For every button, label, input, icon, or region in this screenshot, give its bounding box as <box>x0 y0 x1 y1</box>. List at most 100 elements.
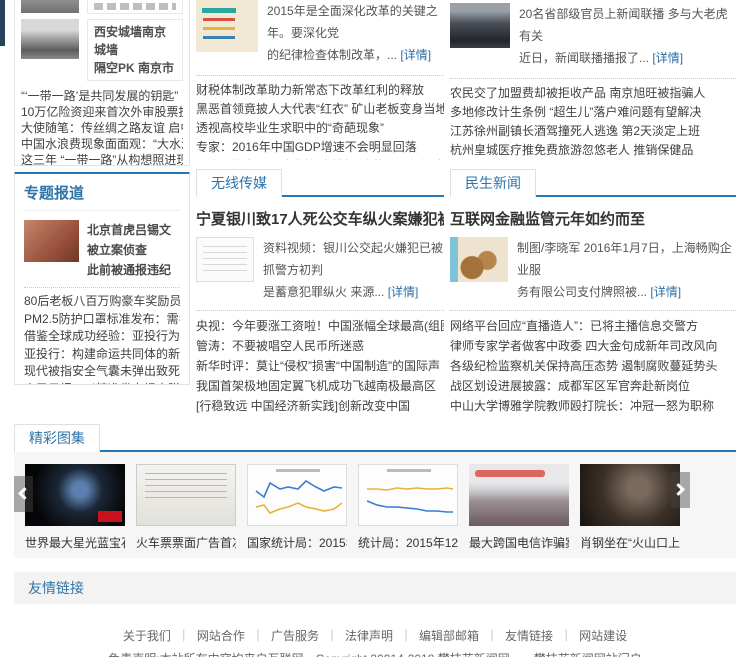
featured-text: 20名省部级官员上新闻联播 多与大老虎有关 近日，新闻联播播报了... [详情] <box>519 3 736 69</box>
title-line: 北京首虎吕锡文被立案侦查 <box>87 223 172 257</box>
gallery-section: 精彩图集 世界最大星光蓝宝石叫 火车票票面广告首次公 <box>14 424 736 558</box>
middle-news-list: 财税体制改革助力新常态下改革红利的释放 黑恶首领竟披人大代表“红衣” 矿山老板变… <box>196 81 444 160</box>
gallery-item: 统计局：2015年12月PP <box>358 464 458 551</box>
news-photo-thumbnail[interactable] <box>450 3 510 48</box>
list-item[interactable]: 中国水浪费现象面面观：“大水漫灌” <box>21 136 183 152</box>
list-item[interactable]: 透视高校毕业生求职中的“奇葩现象” <box>196 119 444 138</box>
list-item[interactable]: 财税体制改革助力新常态下改革红利的释放 <box>196 81 444 100</box>
special-reports-box: 专题报道 北京首虎吕锡文被立案侦查 此前被通报违纪 80后老板八百万购豪车奖励员… <box>14 172 190 385</box>
tab-underline <box>536 195 736 197</box>
list-item[interactable]: 各级纪检监察机关保持高压态势 遏制腐败蔓延势头 <box>450 356 736 376</box>
list-item[interactable]: 央视：今年要涨工资啦！中国涨幅全球最高(组图) <box>196 316 444 336</box>
list-item[interactable]: PM2.5防护口罩标准发布：需考虑 <box>24 311 180 329</box>
featured-line: 资料视频：银川公交起火嫌犯已被抓警方初判 <box>263 241 444 277</box>
list-item[interactable]: 这三年 “一带一路”从构想照进现实 <box>21 152 183 165</box>
list-item[interactable]: 网络平台回应“直播造人”：已将主播信息交警方 <box>450 316 736 336</box>
livelihood-featured: 制图/李晓军 2016年1月7日，上海畅购企业服 务有限公司支付牌照被... [… <box>450 237 736 303</box>
gallery-caption[interactable]: 世界最大星光蓝宝石叫 <box>25 534 125 551</box>
infographic-thumbnail[interactable] <box>196 0 258 52</box>
list-item[interactable]: 律师专家学者做客中政委 四大金句成新年司改风向 <box>450 336 736 356</box>
footer-link[interactable]: 编辑部邮箱 <box>419 629 479 643</box>
truncated-text-sliver <box>94 3 176 10</box>
gallery-photo[interactable] <box>136 464 236 526</box>
footer-nav: 关于我们 ｜ 网站合作 ｜ 广告服务 ｜ 法律声明 ｜ 编辑部邮箱 ｜ 友情链接 ｜ 网站建设 <box>14 625 736 647</box>
footer-separator: ｜ <box>325 629 338 643</box>
featured-line: 是蓄意犯罪纵火 来源... [详情] <box>263 285 419 299</box>
list-item[interactable]: 国家网信办：坚决支持对“快播”涉黄案进行依法查 <box>196 157 444 160</box>
list-item[interactable]: 借鉴全球成功经验：亚投行为发展 <box>24 328 180 346</box>
detail-link[interactable]: [详情] <box>400 48 431 62</box>
list-item[interactable]: [行稳致远 中国经济新实践]创新改变中国 <box>196 396 444 416</box>
gallery-chart-photo[interactable] <box>247 464 347 526</box>
featured-caption[interactable]: 西安城墙南京城墙 隔空PK 南京市 <box>87 19 183 81</box>
footer-separator: ｜ <box>486 629 499 643</box>
list-item[interactable]: 现代被指安全气囊未弹出致死 家 <box>24 363 180 381</box>
list-item[interactable]: 杭州皇城医疗推免费旅游忽悠老人 推销保健品 <box>450 141 736 160</box>
list-item[interactable]: 专家：2016年中国GDP增速不会明显回落 <box>196 138 444 157</box>
list-item[interactable]: 管涛：不要被唱空人民币所迷惑 <box>196 336 444 356</box>
tab-wireless-media[interactable]: 无线传媒 <box>196 169 282 197</box>
gallery-chart-photo[interactable] <box>358 464 458 526</box>
middle-featured: 2015年是全面深化改革的关键之年。要深化党 的纪律检查体制改革，... [详情… <box>196 0 444 66</box>
list-item[interactable]: 大使随笔：传丝绸之路友谊 启中伊关 <box>21 120 183 136</box>
wireless-tab-row: 无线传媒 <box>196 169 444 197</box>
gallery-caption[interactable]: 肖钢坐在“火山口上” <box>580 534 680 551</box>
news-thumbnail[interactable] <box>24 220 79 262</box>
list-item[interactable]: “‘一带一路’是共同发展的钥匙” <box>21 88 183 104</box>
footer-link[interactable]: 广告服务 <box>271 629 319 643</box>
list-item[interactable]: 10万亿险资迎来首次外审股票投资信披 <box>21 104 183 120</box>
footer-link[interactable]: 网站合作 <box>197 629 245 643</box>
right-top-block: 20名省部级官员上新闻联播 多与大老虎有关 近日，新闻联播播报了... [详情]… <box>450 0 736 160</box>
tab-livelihood-news[interactable]: 民生新闻 <box>450 169 536 197</box>
finance-illustration-thumbnail[interactable] <box>450 237 508 282</box>
caption-line: 西安城墙南京城墙 <box>94 25 167 57</box>
footer-link[interactable]: 关于我们 <box>123 629 171 643</box>
tab-underline <box>282 195 444 197</box>
wireless-media-section: 无线传媒 宁夏银川致17人死公交车纵火案嫌犯被批准逮 资料视频：银川公交起火嫌犯… <box>196 169 444 416</box>
list-item[interactable]: 人民日报：以精准发力提高脱贫攻 <box>24 381 180 385</box>
section-title-special-reports[interactable]: 专题报道 <box>24 182 180 211</box>
list-item[interactable]: 我国首架极地固定翼飞机成功飞越南极最高区 <box>196 376 444 396</box>
news-thumbnail[interactable] <box>21 19 79 59</box>
footer-separator: ｜ <box>560 629 573 643</box>
caption-line: 隔空PK 南京市 <box>94 61 175 75</box>
gallery-caption[interactable]: 最大跨国电信诈骗案告 <box>469 534 569 551</box>
gallery-caption[interactable]: 统计局：2015年12月PP <box>358 534 458 551</box>
news-thumbnail[interactable] <box>21 0 79 13</box>
video-still-thumbnail[interactable] <box>196 237 254 282</box>
livelihood-news-list: 网络平台回应“直播造人”：已将主播信息交警方 律师专家学者做客中政委 四大金句成… <box>450 316 736 416</box>
footer-link[interactable]: 友情链接 <box>505 629 553 643</box>
left-news-list: “‘一带一路’是共同发展的钥匙” 10万亿险资迎来首次外审股票投资信披 大使随笔… <box>21 88 183 165</box>
detail-link[interactable]: [详情] <box>650 285 681 299</box>
detail-link[interactable]: [详情] <box>652 51 683 65</box>
carousel-next-button[interactable] <box>671 472 690 508</box>
list-item[interactable]: 中山大学博雅学院教师殴打院长：冲冠一怒为职称 <box>450 396 736 416</box>
footer-link[interactable]: 法律声明 <box>345 629 393 643</box>
featured-text: 制图/李晓军 2016年1月7日，上海畅购企业服 务有限公司支付牌照被... [… <box>517 237 736 303</box>
gallery-caption[interactable]: 国家统计局：2015年12 <box>247 534 347 551</box>
cpi-chart-thumbnail <box>255 469 343 514</box>
featured-line: 务有限公司支付牌照被... [详情] <box>517 285 682 299</box>
dotted-divider <box>24 287 180 288</box>
list-item[interactable]: 战区划设进展披露：成都军区军官奔赴新岗位 <box>450 376 736 396</box>
section-headline[interactable]: 互联网金融监管元年如约而至 <box>450 208 736 229</box>
list-item[interactable]: 亚投行：构建命运共同体的新平台 <box>24 346 180 364</box>
featured-title[interactable]: 北京首虎吕锡文被立案侦查 此前被通报违纪 <box>87 220 180 280</box>
list-item[interactable]: 新华时评：莫让“侵权”损害“中国制造”的国际声 <box>196 356 444 376</box>
list-item[interactable]: 江苏徐州副镇长酒驾撞死人逃逸 第2天淡定上班 <box>450 122 736 141</box>
gallery-photo[interactable] <box>25 464 125 526</box>
gallery-photo[interactable] <box>469 464 569 526</box>
footer-link[interactable]: 网站建设 <box>579 629 627 643</box>
gallery-photo[interactable] <box>580 464 680 526</box>
detail-link[interactable]: [详情] <box>388 285 419 299</box>
section-headline[interactable]: 宁夏银川致17人死公交车纵火案嫌犯被批准逮 <box>196 208 444 229</box>
list-item[interactable]: 农民交了加盟费却被拒收产品 南京旭旺被指骗人 <box>450 84 736 103</box>
gallery-caption[interactable]: 火车票票面广告首次公 <box>136 534 236 551</box>
tab-gallery[interactable]: 精彩图集 <box>14 424 100 452</box>
left-featured-row-truncated <box>21 0 183 14</box>
livelihood-tab-row: 民生新闻 <box>450 169 736 197</box>
list-item[interactable]: 黑恶首领竟披人大代表“红衣” 矿山老板变身当地 <box>196 100 444 119</box>
list-item[interactable]: 80后老板八百万购豪车奖励员工 <box>24 293 180 311</box>
list-item[interactable]: 多地修改计生条例 “超生儿”落户难问题有望解决 <box>450 103 736 122</box>
carousel-prev-button[interactable] <box>14 476 33 512</box>
